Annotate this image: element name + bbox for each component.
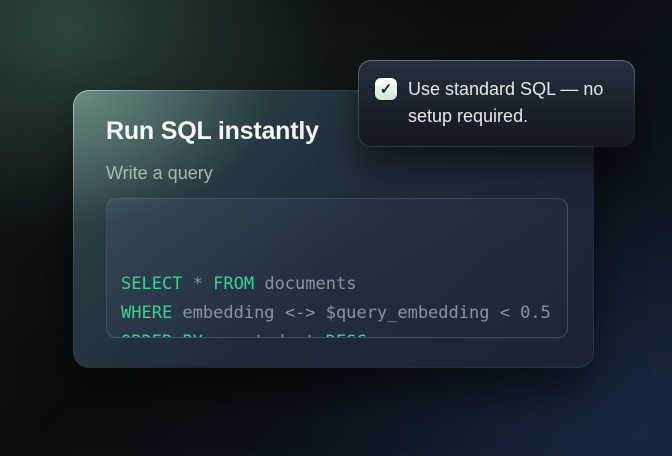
- code-token-kw: WHERE: [121, 303, 172, 323]
- background: Run SQL instantly Write a query SELECT *…: [0, 0, 672, 456]
- sql-code-lines: SELECT * FROM documentsWHERE embedding <…: [121, 270, 553, 338]
- sql-code-editor[interactable]: SELECT * FROM documentsWHERE embedding <…: [106, 198, 568, 338]
- code-line: ORDER BY created_at DESC: [121, 328, 553, 338]
- check-icon: ✓: [380, 82, 393, 97]
- code-token-plain: created_at: [203, 332, 326, 338]
- standard-sql-tooltip-body: ✓ Use standard SQL — no setup required.: [359, 61, 634, 146]
- code-token-kw: ORDER BY: [121, 332, 203, 338]
- code-line: WHERE embedding <-> $query_embedding < 0…: [121, 299, 553, 328]
- code-token-kw: FROM: [213, 274, 254, 294]
- code-token-plain: *: [182, 274, 213, 294]
- standard-sql-tooltip: ✓ Use standard SQL — no setup required.: [358, 60, 635, 147]
- code-token-kw: SELECT: [121, 274, 182, 294]
- tooltip-label: Use standard SQL — no setup required.: [408, 76, 616, 130]
- standard-sql-checkbox[interactable]: ✓: [375, 78, 397, 100]
- card-subtitle: Write a query: [106, 161, 561, 185]
- code-token-kw: DESC: [326, 332, 367, 338]
- code-token-plain: documents: [254, 274, 356, 294]
- code-token-plain: embedding <-> $query_embedding < 0.5: [172, 303, 551, 323]
- code-line: SELECT * FROM documents: [121, 270, 553, 299]
